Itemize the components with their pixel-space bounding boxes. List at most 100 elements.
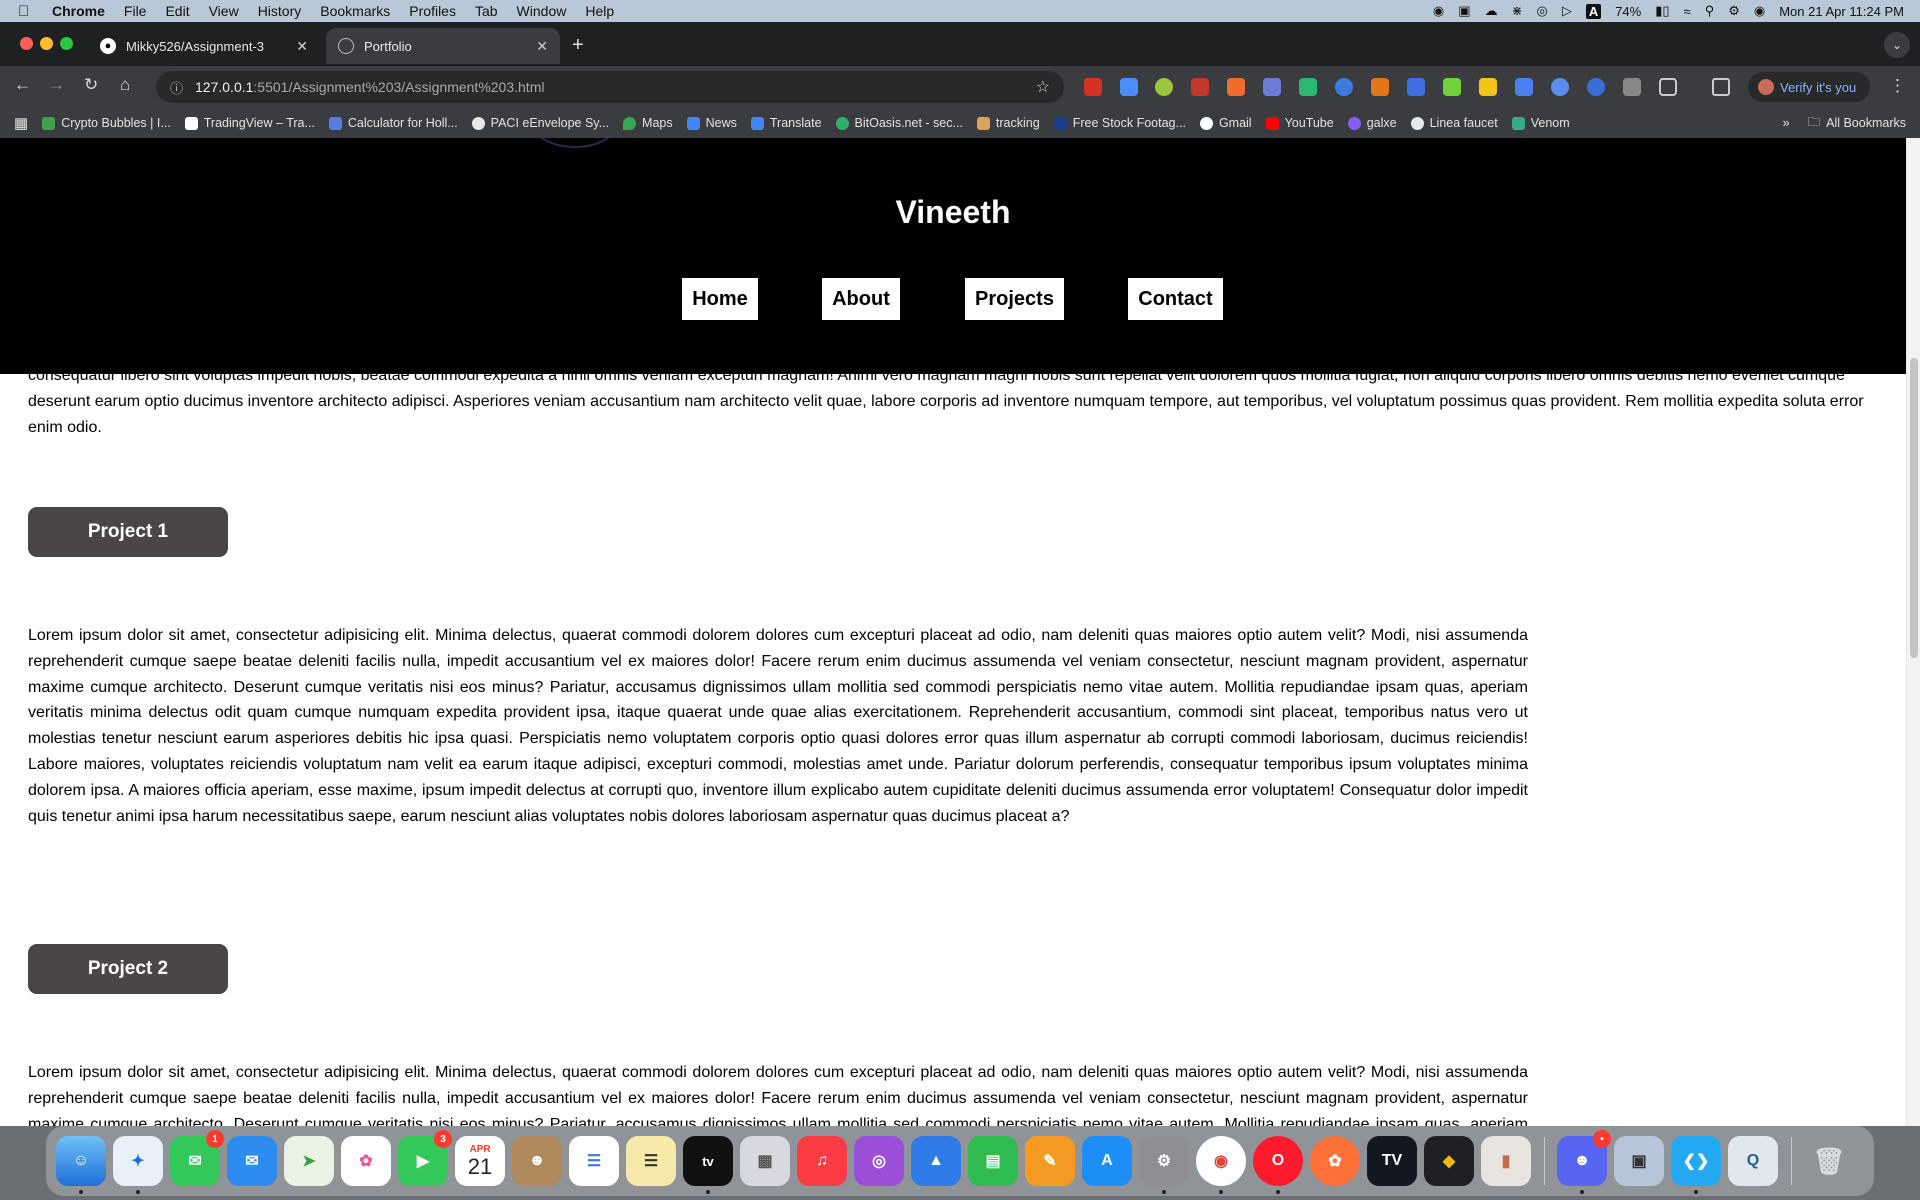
bookmark-translate[interactable]: Translate [750,116,822,130]
maps-icon[interactable]: ➤ [284,1136,334,1186]
yellow-extension-icon[interactable] [1479,78,1497,96]
preview-icon[interactable]: ▣ [1614,1136,1664,1186]
keynote-icon[interactable]: ▲ [911,1136,961,1186]
bookmark-bitoasis[interactable]: BitOasis.net - sec... [835,116,963,130]
bookmark-tracking[interactable]: tracking [976,116,1040,130]
calendar-icon[interactable]: APR 21 [455,1136,505,1186]
iphone-mirroring-icon[interactable]: ▮ [1481,1136,1531,1186]
nav-contact[interactable]: Contact [1128,278,1223,320]
podcasts-icon[interactable]: ◎ [854,1136,904,1186]
round-blue-extension-icon[interactable] [1551,78,1569,96]
all-bookmarks-folder[interactable]: 🗀 All Bookmarks [1808,113,1906,134]
site-info-icon[interactable]: ⓘ [170,78,183,97]
bookmark-crypto-bubbles[interactable]: Crypto Bubbles | I... [42,116,171,130]
mail-icon[interactable]: ✉ [227,1136,277,1186]
siri-icon[interactable]: ◉ [1754,3,1765,19]
control-center-icon[interactable]: ⚙ [1728,3,1740,19]
music-icon[interactable]: ♫ [797,1136,847,1186]
quicktime-icon[interactable]: Q [1728,1136,1778,1186]
menu-view[interactable]: View [209,3,239,19]
bookmark-galxe[interactable]: galxe [1347,116,1397,130]
menu-window[interactable]: Window [517,3,567,19]
bookmark-tradingview[interactable]: TradingView – Tra... [184,116,315,130]
airdrop-icon[interactable]: ◎ [1536,3,1547,19]
address-bar[interactable]: ⓘ 127.0.0.1:5501/Assignment%203/Assignme… [156,71,1064,103]
chrome-menu-icon[interactable]: ⋮ [1889,76,1906,96]
blue-extension-icon[interactable] [1335,78,1353,96]
green-extension-icon[interactable] [1155,78,1173,96]
bookmark-gmail[interactable]: Gmail [1199,116,1252,130]
trash-icon[interactable]: 🗑 [1804,1136,1854,1186]
spotlight-search-icon[interactable]: ⚲ [1705,3,1715,19]
creative-cloud-icon[interactable]: ◉ [1433,3,1444,19]
minimize-window-button[interactable] [40,37,53,50]
pdf-extension-icon[interactable] [1084,78,1102,96]
menu-tab[interactable]: Tab [475,3,498,19]
menu-bookmarks[interactable]: Bookmarks [320,3,390,19]
launchpad-icon[interactable]: ▦ [740,1136,790,1186]
page-scrollbar[interactable] [1906,138,1920,1126]
bookmark-calculator[interactable]: Calculator for Holl... [328,116,458,130]
tradingview-icon[interactable]: TV [1367,1136,1417,1186]
photos-icon[interactable]: ✿ [341,1136,391,1186]
bookmark-star-icon[interactable]: ☆ [1036,77,1050,97]
pages-icon[interactable]: ✎ [1025,1136,1075,1186]
reading-list-icon[interactable] [1712,78,1730,96]
cloud-extension-icon[interactable] [1120,78,1138,96]
play-icon[interactable]: ▷ [1562,3,1572,19]
purple-extension-icon[interactable] [1263,78,1281,96]
vscode-icon[interactable]: ❮❯ [1671,1136,1721,1194]
close-icon[interactable]: ✕ [536,38,548,55]
bookmark-venom[interactable]: Venom [1511,116,1570,130]
blue-square-extension-icon[interactable] [1515,78,1533,96]
nav-home[interactable]: Home [682,278,758,320]
shield-extension-icon[interactable] [1191,78,1209,96]
pen-extension-icon[interactable] [1407,78,1425,96]
safari-icon[interactable]: ✦ [113,1136,163,1194]
wifi-icon[interactable]: ≈ [1684,4,1691,19]
menu-profiles[interactable]: Profiles [409,3,456,19]
extensions-puzzle-icon[interactable] [1659,78,1677,96]
back-icon[interactable]: ← [14,75,31,95]
more-bookmarks-icon[interactable]: » [1783,116,1790,130]
forward-icon[interactable]: → [48,75,65,95]
new-tab-icon[interactable]: + [572,34,584,57]
nav-projects[interactable]: Projects [965,278,1064,320]
apple-logo-icon[interactable]:  [18,3,38,20]
orange-extension-icon[interactable] [1227,78,1245,96]
numbers-icon[interactable]: ▤ [968,1136,1018,1186]
menu-history[interactable]: History [258,3,302,19]
system-settings-icon[interactable]: ⚙ [1139,1136,1189,1194]
bookmark-maps[interactable]: Maps [623,116,673,130]
input-source-icon[interactable]: A [1585,3,1602,19]
messages-icon[interactable]: ✉ 1 [170,1130,224,1186]
finder-icon[interactable]: ☺ [56,1136,106,1194]
bluetooth-icon[interactable]: ⋇ [1512,3,1523,19]
metamask-extension-icon[interactable] [1371,78,1389,96]
icloud-icon[interactable]: ☁ [1485,3,1498,19]
menu-chrome[interactable]: Chrome [52,3,105,19]
apps-grid-icon[interactable]: ▦ [14,114,28,132]
bookmark-paci[interactable]: PACI eEnvelope Sy... [471,116,609,130]
menu-help[interactable]: Help [585,3,614,19]
sheet-extension-icon[interactable] [1299,78,1317,96]
chrome-icon[interactable]: ◉ [1196,1136,1246,1194]
reload-icon[interactable]: ↻ [84,75,98,95]
reminders-icon[interactable]: ☰ [569,1136,619,1186]
project-1-button[interactable]: Project 1 [28,507,228,557]
app-store-icon[interactable]: A [1082,1136,1132,1186]
grey-extension-icon[interactable] [1623,78,1641,96]
puzzle-green-extension-icon[interactable] [1443,78,1461,96]
project-2-button[interactable]: Project 2 [28,944,228,994]
close-window-button[interactable] [20,37,33,50]
tab-portfolio[interactable]: Portfolio ✕ [326,28,560,64]
close-icon[interactable]: ✕ [296,38,308,55]
zoom-window-button[interactable] [60,37,73,50]
binance-icon[interactable]: ◆ [1424,1136,1474,1186]
opera-icon[interactable]: O [1253,1136,1303,1194]
tab-github[interactable]: ● Mikky526/Assignment-3 ✕ [88,28,320,64]
notes-icon[interactable]: ☰ [626,1136,676,1186]
tab-search-icon[interactable]: ⌄ [1884,32,1910,58]
apple-tv-icon[interactable]: tv [683,1136,733,1194]
scrollbar-thumb[interactable] [1910,358,1918,658]
